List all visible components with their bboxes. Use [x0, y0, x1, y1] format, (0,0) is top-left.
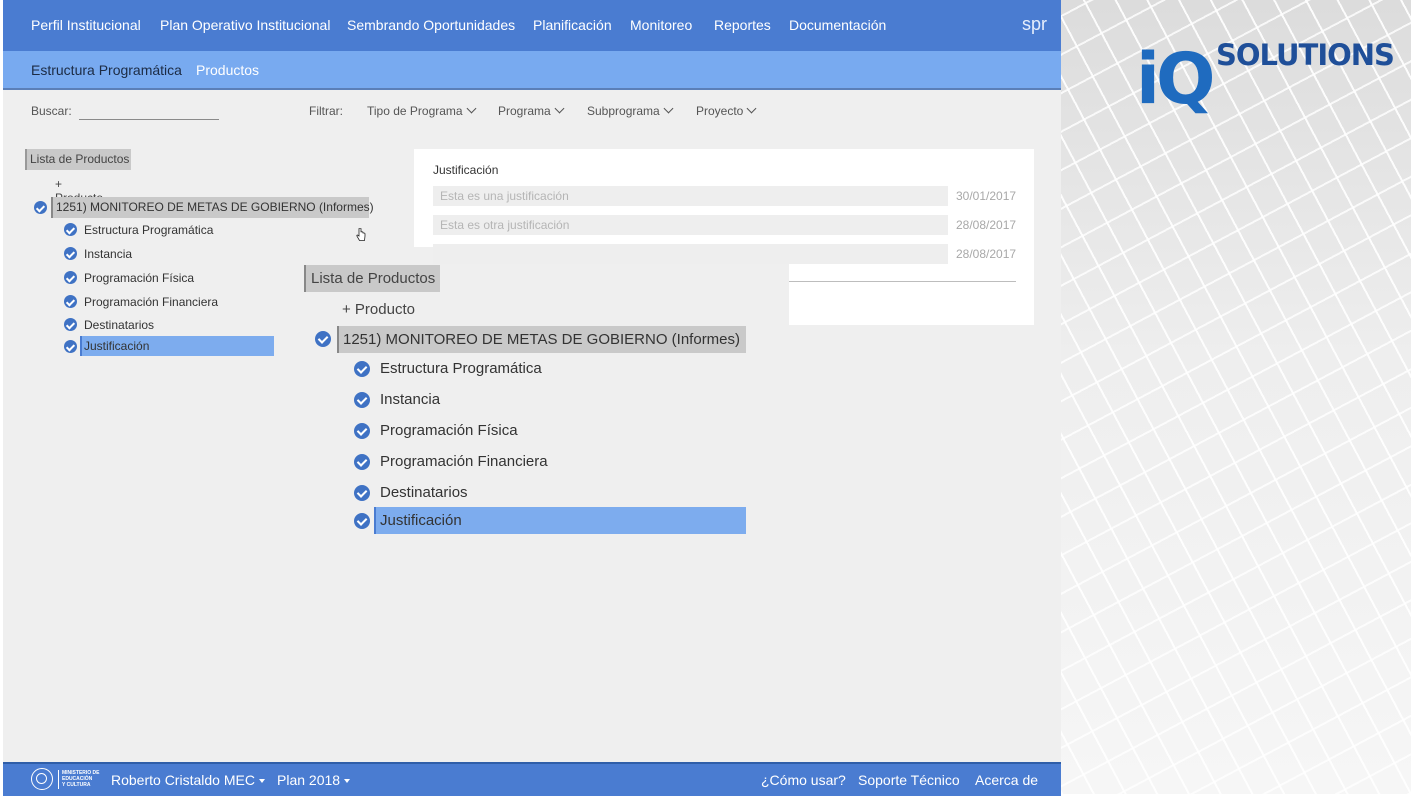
link-acerca-de[interactable]: Acerca de [975, 772, 1038, 788]
check-circle-icon [354, 454, 370, 470]
dropdown-label: Programa [498, 104, 551, 118]
plan-label: Plan 2018 [277, 772, 341, 788]
filter-programa[interactable]: Programa [498, 103, 565, 118]
brand-label: spr [1021, 14, 1047, 34]
nav-documentacion[interactable]: Documentación [789, 17, 886, 33]
caret-down-icon [258, 779, 265, 783]
tree-child-programacion-financiera[interactable]: Programación Financiera [380, 453, 548, 470]
link-como-usar[interactable]: ¿Cómo usar? [761, 772, 846, 788]
user-menu[interactable]: Roberto Cristaldo MEC [111, 772, 265, 788]
check-circle-icon [64, 247, 77, 260]
filter-subprograma[interactable]: Subprograma [587, 103, 674, 118]
filter-proyecto[interactable]: Proyecto [696, 103, 757, 118]
tree-child-programacion-fisica[interactable]: Programación Física [380, 422, 518, 439]
filter-tipo-programa[interactable]: Tipo de Programa [367, 103, 477, 118]
tree-child-instancia[interactable]: Instancia [84, 247, 132, 261]
hand-cursor-icon [356, 228, 366, 241]
nav-plan-operativo[interactable]: Plan Operativo Institucional [160, 17, 330, 33]
product-list-header: Lista de Productos [25, 149, 131, 170]
add-product-button[interactable]: + Producto [342, 301, 415, 318]
check-circle-icon [64, 271, 77, 284]
justification-row-text[interactable]: Esta es otra justificación [433, 215, 948, 235]
search-input[interactable] [79, 102, 219, 120]
chevron-down-icon [554, 103, 565, 114]
check-circle-icon [64, 340, 77, 353]
justification-row-date: 28/08/2017 [956, 218, 1017, 232]
tree-child-programacion-financiera[interactable]: Programación Financiera [84, 295, 218, 309]
chevron-down-icon [663, 103, 674, 114]
check-circle-icon [354, 485, 370, 501]
tree-child-estructura[interactable]: Estructura Programática [84, 223, 213, 237]
justification-row-date: 30/01/2017 [956, 189, 1017, 203]
link-soporte-tecnico[interactable]: Soporte Técnico [858, 772, 960, 788]
dropdown-label: Proyecto [696, 104, 744, 118]
tree-child-justificacion[interactable]: Justificación [80, 336, 274, 356]
subnav-estructura-programatica[interactable]: Estructura Programática [31, 62, 182, 78]
check-circle-icon [64, 318, 77, 331]
chevron-down-icon [746, 103, 757, 114]
divider [789, 281, 1016, 282]
check-circle-icon [354, 423, 370, 439]
ministry-logo: MINISTERIO DE EDUCACIÓN Y CULTURA [58, 770, 100, 789]
check-circle-icon [354, 361, 370, 377]
justification-title: Justificación [433, 163, 499, 177]
tree-child-destinatarios[interactable]: Destinatarios [84, 318, 154, 332]
filter-label: Filtrar: [309, 104, 343, 118]
footer-bar: MINISTERIO DE EDUCACIÓN Y CULTURA Robert… [3, 762, 1061, 796]
plan-menu[interactable]: Plan 2018 [277, 772, 351, 788]
check-circle-icon [315, 331, 331, 347]
government-seal-icon [31, 768, 53, 790]
filter-bar: Buscar: Filtrar: Tipo de Programa Progra… [3, 102, 1061, 124]
justification-row-text[interactable] [433, 244, 948, 264]
nav-perfil-institucional[interactable]: Perfil Institucional [31, 17, 141, 33]
check-circle-icon [354, 392, 370, 408]
justification-row-date: 28/08/2017 [956, 247, 1017, 261]
dropdown-label: Subprograma [587, 104, 660, 118]
logo-solutions: SOLUTIONS [1216, 38, 1395, 72]
logo-iq: iQ [1136, 38, 1215, 120]
tree-child-programacion-fisica[interactable]: Programación Física [84, 271, 194, 285]
user-name: Roberto Cristaldo MEC [111, 772, 255, 788]
app-window: Perfil Institucional Plan Operativo Inst… [3, 0, 1061, 796]
check-circle-icon [354, 513, 370, 529]
sub-navigation: Estructura Programática Productos [3, 51, 1061, 90]
caret-down-icon [344, 779, 351, 783]
check-circle-icon [64, 295, 77, 308]
nav-monitoreo[interactable]: Monitoreo [630, 17, 692, 33]
product-item[interactable]: 1251) MONITOREO DE METAS DE GOBIERNO (In… [51, 197, 374, 218]
tree-child-destinatarios[interactable]: Destinatarios [380, 484, 468, 501]
nav-sembrando-oportunidades[interactable]: Sembrando Oportunidades [347, 17, 515, 33]
product-list-header: Lista de Productos [304, 265, 440, 292]
subnav-productos[interactable]: Productos [196, 62, 259, 78]
chevron-down-icon [466, 103, 477, 114]
product-item[interactable]: 1251) MONITOREO DE METAS DE GOBIERNO (In… [337, 326, 746, 353]
iq-solutions-logo: iQ SOLUTIONS [1136, 38, 1395, 120]
top-navigation: Perfil Institucional Plan Operativo Inst… [3, 0, 1061, 51]
justification-row-text[interactable]: Esta es una justificación [433, 186, 948, 206]
tree-child-estructura[interactable]: Estructura Programática [380, 360, 542, 377]
tree-child-justificacion[interactable]: Justificación [374, 507, 746, 534]
nav-planificacion[interactable]: Planificación [533, 17, 612, 33]
decorative-background [1061, 0, 1411, 794]
nav-reportes[interactable]: Reportes [714, 17, 771, 33]
dropdown-label: Tipo de Programa [367, 104, 463, 118]
search-label: Buscar: [31, 104, 72, 118]
check-circle-icon [64, 223, 77, 236]
check-circle-icon [34, 201, 47, 214]
tree-child-instancia[interactable]: Instancia [380, 391, 440, 408]
